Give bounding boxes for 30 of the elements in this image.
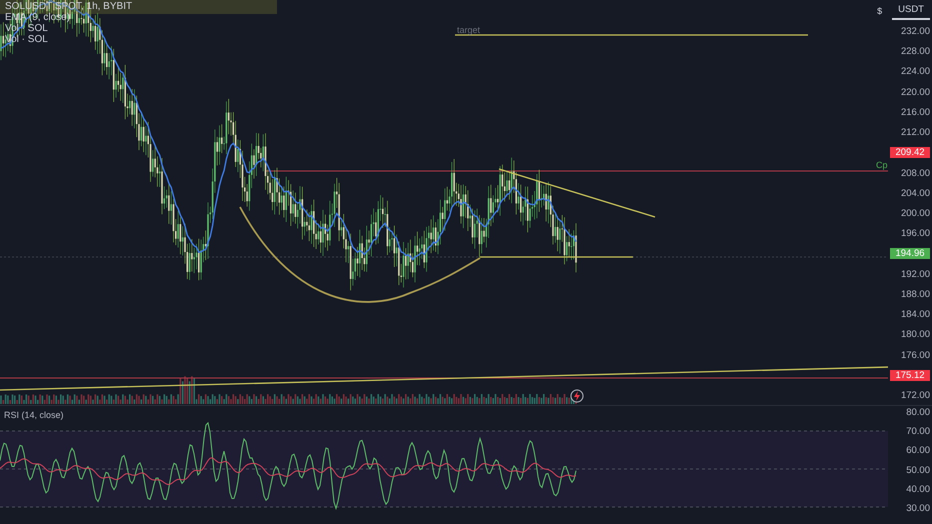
price-badge: 175.12: [890, 370, 930, 381]
price-label: 220.00: [900, 86, 930, 98]
price-label: 192.00: [900, 268, 930, 280]
rsi-label: 30.00: [906, 502, 930, 514]
price-label: 228.00: [900, 46, 930, 58]
price-label: 188.00: [900, 288, 930, 300]
lightning-icon: [570, 390, 584, 402]
indicator-legend: RSI (14, close): [4, 410, 64, 420]
price-label: 224.00: [900, 66, 930, 78]
rsi-label: 80.00: [906, 407, 930, 418]
rsi-label: 40.00: [906, 484, 930, 495]
price-badge: 209.42: [890, 147, 930, 158]
price-label: 212.00: [900, 127, 930, 138]
target-label: target: [457, 25, 480, 35]
price-label: 184.00: [900, 309, 930, 320]
drawing-label: Cp: [876, 160, 888, 170]
price-label: 204.00: [900, 188, 930, 199]
rsi-label: 70.00: [906, 426, 930, 438]
price-label: 216.00: [900, 106, 930, 118]
price-label: 176.00: [900, 350, 930, 360]
price-label: 180.00: [900, 329, 930, 340]
price-label: 208.00: [900, 168, 930, 179]
rsi-label: 50.00: [906, 464, 930, 476]
rsi-label: 60.00: [906, 445, 930, 456]
currency-symbol[interactable]: $: [877, 6, 882, 16]
price-label: 200.00: [900, 208, 930, 219]
price-label: 232.00: [900, 26, 930, 37]
price-label: 172.00: [900, 390, 930, 401]
price-badge: 194.96: [890, 248, 930, 260]
price-label: 196.00: [900, 228, 930, 240]
